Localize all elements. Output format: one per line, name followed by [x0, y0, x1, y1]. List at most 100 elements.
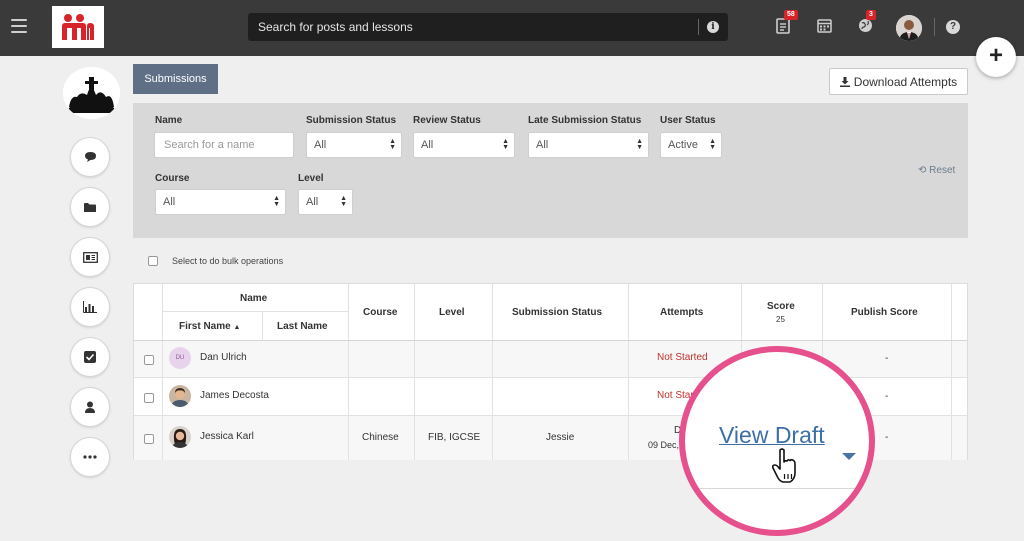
- late-submission-value: All: [536, 139, 549, 151]
- brand-logo[interactable]: [52, 6, 104, 48]
- publish-score-value: -: [885, 391, 889, 402]
- view-draft-link[interactable]: View Draft: [719, 422, 825, 449]
- calendar-icon[interactable]: [817, 18, 833, 34]
- add-button[interactable]: +: [976, 37, 1016, 77]
- review-status-select[interactable]: All ▲ ▼: [413, 132, 515, 158]
- notifications-icon[interactable]: [776, 18, 792, 34]
- filters-panel: Name Submission Status All ▲▼ Review Sta…: [133, 103, 968, 238]
- user-icon: [85, 401, 95, 413]
- user-status-value: Active: [668, 139, 698, 151]
- student-name[interactable]: Jessica Karl: [200, 431, 254, 442]
- header-publish-score: Publish Score: [851, 307, 918, 318]
- download-attempts-button[interactable]: Download Attempts: [829, 68, 968, 95]
- bulk-operations-label: Select to do bulk operations: [172, 256, 284, 266]
- user-status-label: User Status: [660, 115, 716, 126]
- sidebar-gradebook-button[interactable]: [70, 237, 110, 277]
- course-select[interactable]: All ▲ ▼: [155, 189, 286, 215]
- attempt-status: Not Started: [657, 352, 708, 363]
- sidebar-files-button[interactable]: [70, 187, 110, 227]
- row-divider: [685, 488, 869, 489]
- submission-status-select[interactable]: All ▲ ▼: [306, 132, 402, 158]
- chat-icon: [84, 152, 96, 162]
- publish-score-value: -: [885, 432, 889, 443]
- reset-label: Reset: [929, 165, 956, 176]
- header-divider: [934, 18, 935, 36]
- download-icon: [839, 76, 850, 87]
- header-last-name[interactable]: Last Name: [277, 321, 328, 332]
- course-value: Chinese: [362, 432, 399, 443]
- review-status-label: Review Status: [413, 115, 481, 126]
- review-status-value: All: [421, 139, 434, 151]
- top-bar: i 58 3 ?: [0, 0, 1024, 56]
- header-level: Level: [439, 307, 465, 318]
- level-value: All: [306, 196, 319, 208]
- ellipsis-icon: [83, 455, 97, 459]
- bulk-select-checkbox[interactable]: [148, 256, 158, 266]
- select-arrows-icon: ▲ ▼: [389, 138, 396, 151]
- menu-icon[interactable]: [11, 19, 27, 33]
- bar-chart-icon: [83, 301, 97, 313]
- avatar: [169, 426, 191, 448]
- late-submission-label: Late Submission Status: [528, 115, 642, 126]
- dropdown-caret-icon[interactable]: [842, 453, 856, 460]
- course-logo[interactable]: [63, 67, 120, 119]
- reset-icon: ⟲: [918, 165, 927, 176]
- level-select[interactable]: All ▲ ▼: [298, 189, 353, 215]
- header-name: Name: [240, 293, 268, 304]
- student-name[interactable]: James Decosta: [200, 390, 269, 401]
- select-arrows-icon: ▲ ▼: [636, 138, 643, 151]
- sidebar-users-button[interactable]: [70, 387, 110, 427]
- folder-icon: [84, 202, 96, 212]
- checkbox-icon: [84, 351, 96, 363]
- sidebar-assignments-button[interactable]: [70, 337, 110, 377]
- late-submission-select[interactable]: All ▲ ▼: [528, 132, 649, 158]
- select-arrows-icon: ▲ ▼: [709, 138, 716, 151]
- help-icon[interactable]: ?: [946, 20, 960, 34]
- name-filter-label: Name: [155, 115, 183, 126]
- search-input[interactable]: [248, 13, 698, 41]
- zoom-highlight: View Draft: [679, 346, 875, 536]
- row-checkbox[interactable]: [144, 393, 154, 403]
- header-submission-status: Submission Status: [512, 307, 603, 318]
- level-value: FIB, IGCSE: [428, 432, 481, 443]
- sidebar-reports-button[interactable]: [70, 287, 110, 327]
- publish-score-value: -: [885, 353, 889, 364]
- row-checkbox[interactable]: [144, 355, 154, 365]
- globe-icon[interactable]: [858, 18, 874, 34]
- reset-filters-button[interactable]: ⟲ Reset: [918, 165, 955, 176]
- tab-submissions[interactable]: Submissions: [133, 64, 218, 94]
- sidebar-more-button[interactable]: [70, 437, 110, 477]
- pointer-hand-icon: [771, 448, 796, 483]
- select-arrows-icon: ▲ ▼: [502, 138, 509, 151]
- submission-status-value: Jessie: [546, 432, 575, 443]
- student-name[interactable]: Dan Ulrich: [200, 352, 247, 363]
- sidebar-discussions-button[interactable]: [70, 137, 110, 177]
- avatar: [169, 385, 191, 407]
- sort-asc-icon: ▲: [233, 324, 241, 331]
- user-avatar[interactable]: [896, 15, 922, 41]
- row-checkbox[interactable]: [144, 434, 154, 444]
- submission-status-label: Submission Status: [306, 115, 397, 126]
- bulk-operations: Select to do bulk operations: [148, 256, 283, 266]
- info-icon[interactable]: i: [707, 21, 719, 33]
- select-arrows-icon: ▲ ▼: [340, 195, 347, 208]
- header-attempts: Attempts: [660, 307, 704, 318]
- name-search-input[interactable]: [154, 132, 294, 158]
- header-first-name-label: First Name: [179, 321, 231, 332]
- newspaper-icon: [82, 251, 98, 263]
- header-score: Score: [767, 301, 795, 312]
- avatar: DU: [169, 347, 191, 369]
- header-score-max: 25: [776, 315, 785, 324]
- course-filter-label: Course: [155, 173, 190, 184]
- search-bar: i: [248, 13, 728, 41]
- alerts-badge: 3: [866, 10, 876, 20]
- level-filter-label: Level: [298, 173, 324, 184]
- download-attempts-label: Download Attempts: [853, 74, 958, 89]
- search-divider: [698, 19, 699, 35]
- user-status-select[interactable]: Active ▲ ▼: [660, 132, 722, 158]
- header-first-name[interactable]: First Name ▲: [179, 321, 240, 332]
- header-course: Course: [363, 307, 398, 318]
- course-value: All: [163, 196, 176, 208]
- notifications-badge: 58: [784, 10, 798, 20]
- submission-status-value: All: [314, 139, 327, 151]
